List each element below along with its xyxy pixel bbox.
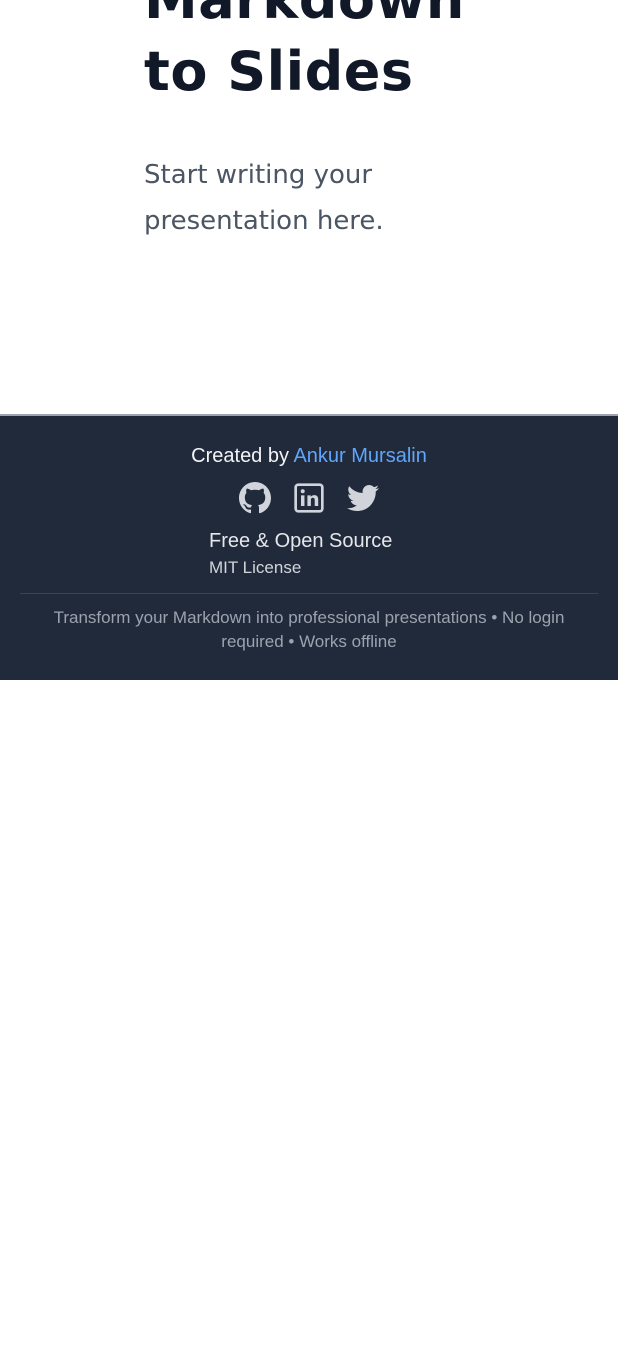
slide-title-line-1: Markdown [144, 0, 584, 36]
github-icon[interactable] [239, 482, 271, 514]
created-by-label: Created by [191, 445, 289, 467]
footer-tagline: Transform your Markdown into professiona… [53, 608, 565, 651]
slide-preview: Markdown to Slides Start writing your pr… [0, 0, 618, 414]
twitter-icon[interactable] [347, 482, 379, 514]
social-links [0, 482, 618, 516]
page: Markdown to Slides Start writing your pr… [0, 0, 618, 1360]
author-link[interactable]: Ankur Mursalin [293, 445, 426, 467]
created-by-line: Created by Ankur Mursalin [0, 442, 618, 470]
slide-title-line-2: to Slides [144, 40, 414, 103]
license-label: MIT License [209, 558, 302, 577]
slide-body-text: Start writing your presentation here. [144, 160, 384, 236]
linkedin-icon[interactable] [293, 482, 325, 514]
open-source-title: Free & Open Source [209, 530, 393, 552]
footer-divider [20, 593, 598, 594]
site-footer: Created by Ankur Mursalin Free & Open So… [0, 416, 618, 680]
slide-title: Markdown to Slides [144, 0, 584, 108]
